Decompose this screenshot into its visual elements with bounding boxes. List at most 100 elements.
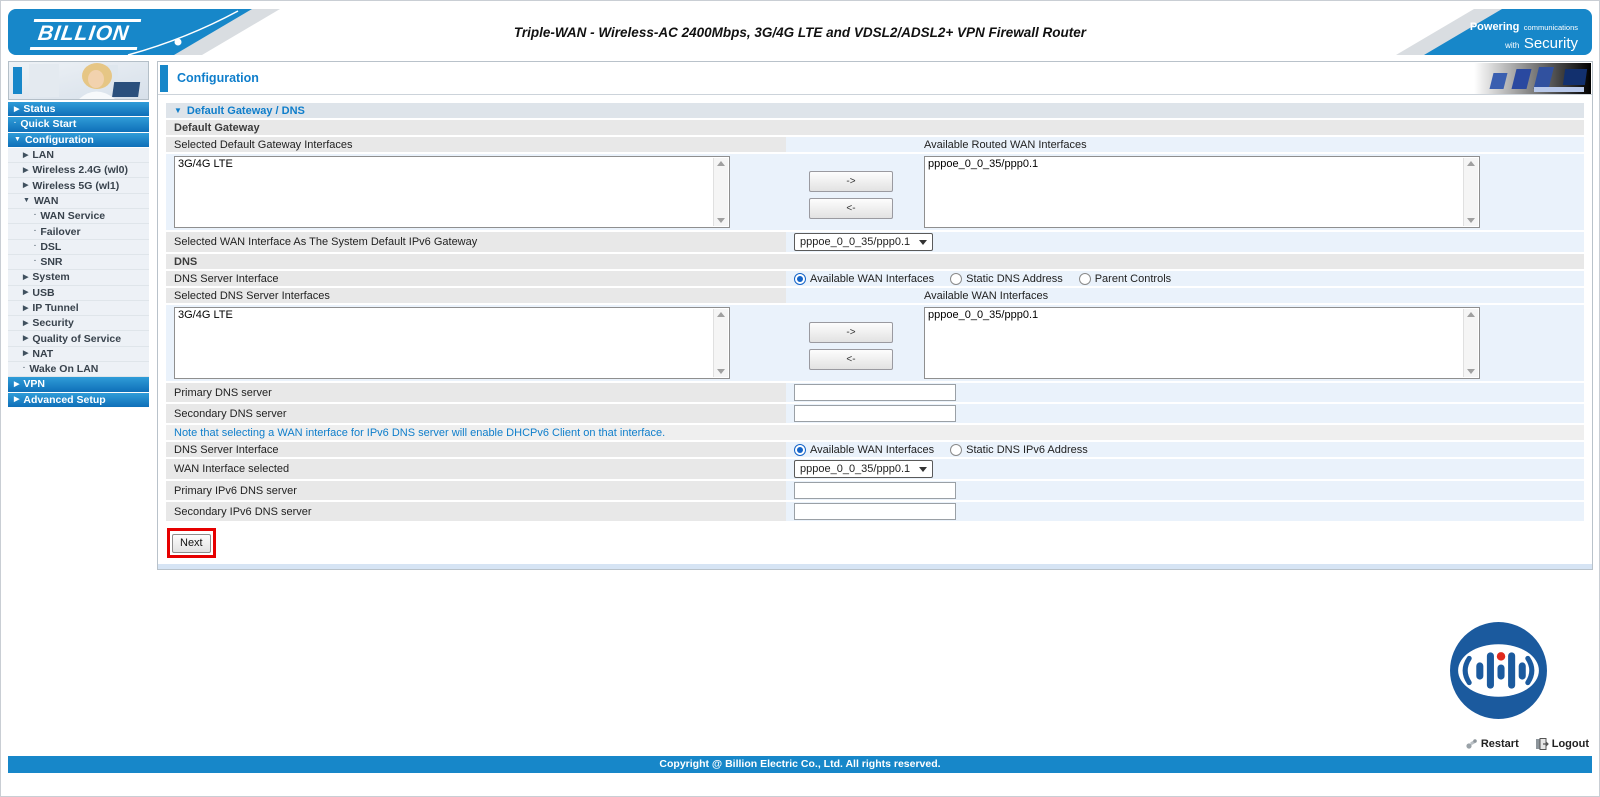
selected-dns-cell: 3G/4G LTE — [166, 305, 786, 383]
secondary-ipv6-dns-input[interactable] — [794, 503, 956, 520]
scroll-down-icon[interactable] — [1467, 218, 1475, 223]
sidebar-item-label: WAN — [34, 195, 59, 207]
sidebar: ▶Status ·Quick Start ▼Configuration ▶LAN… — [8, 61, 149, 408]
scroll-up-icon[interactable] — [717, 312, 725, 317]
sidebar-nav: ▶Status ·Quick Start ▼Configuration ▶LAN… — [8, 102, 149, 408]
sidebar-item-failover[interactable]: ·Failover — [8, 224, 149, 239]
available-gateway-listbox[interactable]: pppoe_0_0_35/ppp0.1 — [924, 156, 1480, 228]
primary-ipv6-dns-cell — [786, 481, 1584, 502]
sidebar-item-quality-of-service[interactable]: ▶ Quality of Service — [8, 331, 149, 346]
sidebar-item-system[interactable]: ▶System — [8, 270, 149, 285]
radio-ipv6-available-wan-interfaces[interactable]: Available WAN Interfaces — [794, 444, 934, 456]
scrollbar[interactable] — [1463, 158, 1478, 226]
page: BILLION Triple-WAN - Wireless-AC 2400Mbp… — [0, 0, 1600, 797]
dns-server-interface-label: DNS Server Interface — [166, 271, 786, 288]
dns-heading: DNS — [166, 254, 1584, 271]
radio-static-dns-ipv6-address[interactable]: Static DNS IPv6 Address — [950, 444, 1088, 456]
radio-parent-controls[interactable]: Parent Controls — [1079, 273, 1171, 285]
banner-curve-right-icon — [1352, 9, 1472, 55]
wan-interface-selected-label: WAN Interface selected — [166, 459, 786, 481]
sidebar-item-wake-on-lan[interactable]: ·Wake On LAN — [8, 362, 149, 377]
secondary-ipv6-dns-label: Secondary IPv6 DNS server — [166, 502, 786, 523]
radio-available-wan-interfaces[interactable]: Available WAN Interfaces — [794, 273, 934, 285]
restart-button[interactable]: Restart — [1465, 738, 1519, 750]
main-panel: Configuration ▼Default Gateway / DNS Def… — [157, 61, 1593, 570]
sidebar-item-dsl[interactable]: · DSL — [8, 240, 149, 255]
listbox-option[interactable]: pppoe_0_0_35/ppp0.1 — [925, 308, 1479, 322]
sidebar-item-snr[interactable]: ·SNR — [8, 255, 149, 270]
move-right-button[interactable]: -> — [809, 322, 893, 343]
sidebar-item-status[interactable]: ▶Status — [8, 102, 149, 117]
sidebar-item-security[interactable]: ▶Security — [8, 316, 149, 331]
sidebar-item-label: DSL — [40, 241, 61, 253]
available-dns-listbox[interactable]: pppoe_0_0_35/ppp0.1 — [924, 307, 1480, 379]
listbox-option[interactable]: 3G/4G LTE — [175, 308, 729, 322]
scroll-down-icon[interactable] — [1467, 369, 1475, 374]
sidebar-item-vpn[interactable]: ▶VPN — [8, 377, 149, 392]
scroll-down-icon[interactable] — [717, 218, 725, 223]
sidebar-item-wan[interactable]: ▼ WAN — [8, 194, 149, 209]
selected-dns-listbox[interactable]: 3G/4G LTE — [174, 307, 730, 379]
move-right-button[interactable]: -> — [809, 171, 893, 192]
sidebar-item-label: USB — [32, 287, 54, 299]
listbox-option[interactable]: pppoe_0_0_35/ppp0.1 — [925, 157, 1479, 171]
sidebar-item-configuration[interactable]: ▼Configuration — [8, 133, 149, 148]
bullet-icon: · — [34, 258, 36, 265]
sidebar-item-wireless-24g[interactable]: ▶Wireless 2.4G (wl0) — [8, 163, 149, 178]
secondary-dns-input[interactable] — [794, 405, 956, 422]
highlight-annotation: Next — [167, 528, 216, 558]
logout-label: Logout — [1552, 738, 1589, 750]
listbox-option[interactable]: 3G/4G LTE — [175, 157, 729, 171]
primary-dns-label: Primary DNS server — [166, 383, 786, 404]
primary-dns-input[interactable] — [794, 384, 956, 401]
logout-button[interactable]: Logout — [1535, 738, 1589, 750]
chevron-right-icon: ▶ — [23, 334, 28, 342]
scrollbar[interactable] — [1463, 309, 1478, 377]
chevron-down-icon: ▼ — [174, 106, 182, 115]
bullet-icon: · — [34, 243, 36, 250]
chevron-down-icon: ▼ — [23, 197, 30, 204]
sidebar-item-label: Quality of Service — [32, 333, 121, 345]
ipv6-gateway-select[interactable]: pppoe_0_0_35/ppp0.1 — [794, 233, 933, 251]
sidebar-item-label: Configuration — [25, 134, 94, 146]
secondary-ipv6-dns-cell — [786, 502, 1584, 523]
primary-dns-cell — [786, 383, 1584, 404]
sidebar-item-usb[interactable]: ▶USB — [8, 286, 149, 301]
wan-interface-select[interactable]: pppoe_0_0_35/ppp0.1 — [794, 460, 933, 478]
next-button[interactable]: Next — [172, 534, 211, 553]
section-header[interactable]: ▼Default Gateway / DNS — [166, 103, 1584, 120]
scroll-up-icon[interactable] — [1467, 161, 1475, 166]
sidebar-item-nat[interactable]: ▶NAT — [8, 347, 149, 362]
scroll-up-icon[interactable] — [717, 161, 725, 166]
bullet-icon: · — [34, 228, 36, 235]
sidebar-item-ip-tunnel[interactable]: ▶IP Tunnel — [8, 301, 149, 316]
radio-unchecked-icon — [950, 444, 962, 456]
move-left-button[interactable]: <- — [809, 198, 893, 219]
selected-gateway-listbox[interactable]: 3G/4G LTE — [174, 156, 730, 228]
restart-icon — [1465, 738, 1478, 750]
sidebar-item-label: Wake On LAN — [29, 363, 98, 375]
sidebar-item-wireless-5g[interactable]: ▶Wireless 5G (wl1) — [8, 178, 149, 193]
chevron-right-icon: ▶ — [23, 151, 28, 159]
sidebar-item-label: VPN — [23, 378, 45, 390]
chevron-right-icon: ▶ — [23, 273, 28, 281]
ipv6-dns-server-interface-cell: Available WAN Interfaces Static DNS IPv6… — [786, 442, 1584, 459]
sidebar-item-lan[interactable]: ▶LAN — [8, 148, 149, 163]
scroll-up-icon[interactable] — [1467, 312, 1475, 317]
scrollbar[interactable] — [713, 158, 728, 226]
radio-static-dns-address[interactable]: Static DNS Address — [950, 273, 1063, 285]
sidebar-item-wan-service[interactable]: ·WAN Service — [8, 209, 149, 224]
sidebar-item-quick-start[interactable]: ·Quick Start — [8, 117, 149, 132]
sidebar-item-advanced-setup[interactable]: ▶Advanced Setup — [8, 393, 149, 408]
scroll-down-icon[interactable] — [717, 369, 725, 374]
chevron-right-icon: ▶ — [14, 395, 19, 403]
secondary-dns-label: Secondary DNS server — [166, 404, 786, 425]
scrollbar[interactable] — [713, 309, 728, 377]
move-left-button[interactable]: <- — [809, 349, 893, 370]
sidebar-item-label: Wireless 2.4G (wl0) — [32, 164, 128, 176]
sidebar-item-label: Status — [23, 103, 55, 115]
primary-ipv6-dns-input[interactable] — [794, 482, 956, 499]
next-button-row: Next — [166, 523, 1584, 564]
sidebar-item-label: IP Tunnel — [32, 302, 78, 314]
restart-label: Restart — [1481, 738, 1519, 750]
